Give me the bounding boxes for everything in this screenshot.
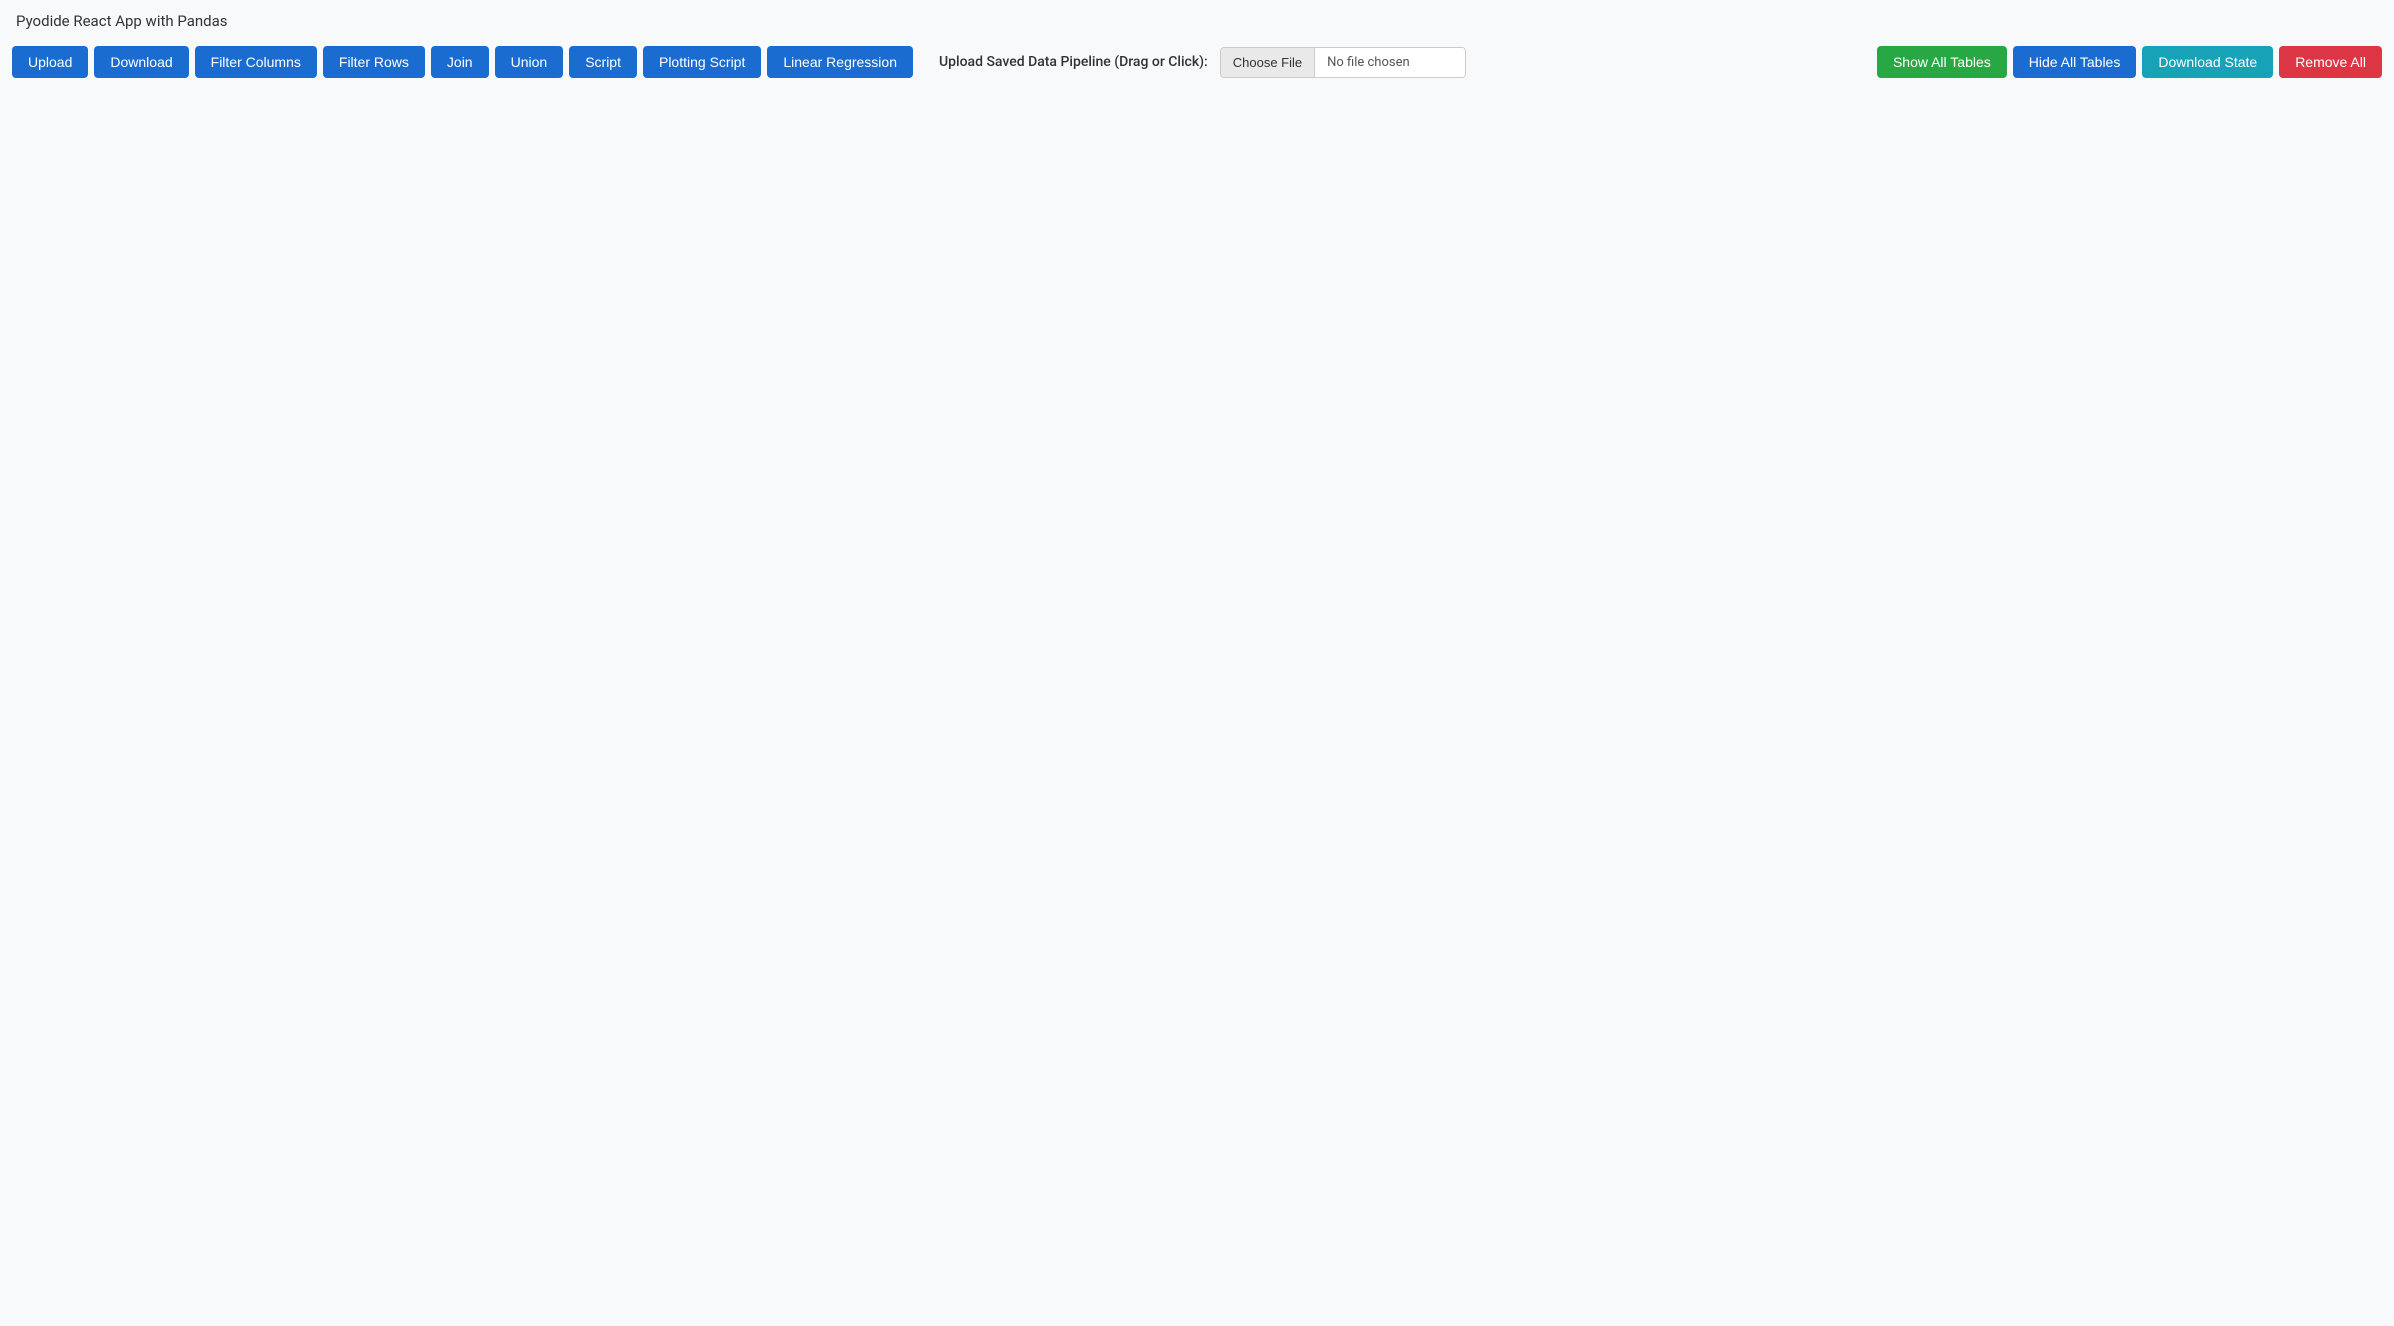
filter-rows-button[interactable]: Filter Rows — [323, 46, 425, 78]
left-button-group: Upload Download Filter Columns Filter Ro… — [12, 46, 913, 78]
show-all-tables-button[interactable]: Show All Tables — [1877, 46, 2007, 78]
file-input-wrapper[interactable]: Choose File No file chosen — [1220, 47, 1466, 78]
app-title: Pyodide React App with Pandas — [0, 0, 2394, 38]
remove-all-button[interactable]: Remove All — [2279, 46, 2382, 78]
join-button[interactable]: Join — [431, 46, 489, 78]
hide-all-tables-button[interactable]: Hide All Tables — [2013, 46, 2137, 78]
upload-pipeline-section: Upload Saved Data Pipeline (Drag or Clic… — [939, 47, 1466, 78]
main-toolbar: Upload Download Filter Columns Filter Ro… — [0, 38, 2394, 86]
upload-button[interactable]: Upload — [12, 46, 88, 78]
script-button[interactable]: Script — [569, 46, 637, 78]
upload-pipeline-label: Upload Saved Data Pipeline (Drag or Clic… — [939, 54, 1208, 70]
union-button[interactable]: Union — [495, 46, 564, 78]
download-state-button[interactable]: Download State — [2142, 46, 2273, 78]
choose-file-button[interactable]: Choose File — [1221, 48, 1315, 77]
linear-regression-button[interactable]: Linear Regression — [767, 46, 913, 78]
download-button[interactable]: Download — [94, 46, 188, 78]
file-name-display: No file chosen — [1315, 48, 1465, 77]
content-area — [0, 86, 2394, 686]
right-button-group: Show All Tables Hide All Tables Download… — [1877, 46, 2382, 78]
filter-columns-button[interactable]: Filter Columns — [195, 46, 317, 78]
plotting-script-button[interactable]: Plotting Script — [643, 46, 761, 78]
